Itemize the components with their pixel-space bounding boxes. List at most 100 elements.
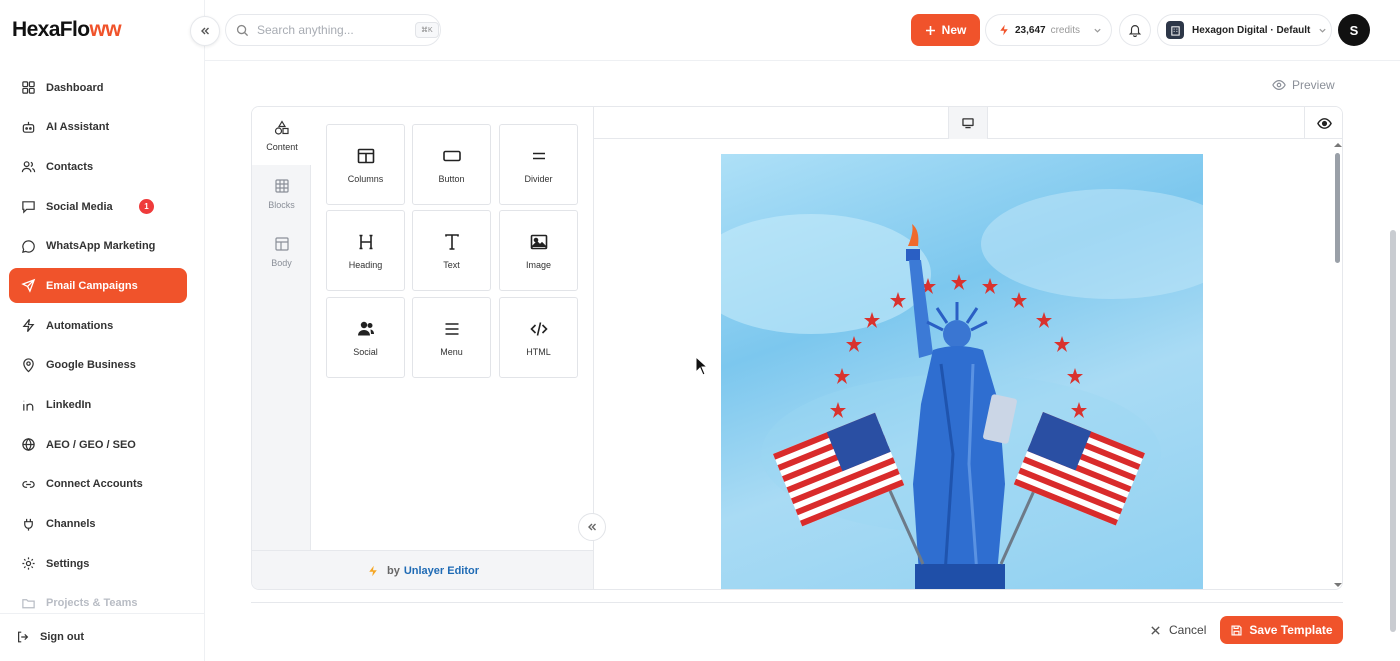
tab-content[interactable]: Content (252, 107, 312, 165)
save-label: Save Template (1249, 623, 1333, 637)
sidebar-item-label: AEO / GEO / SEO (46, 438, 136, 451)
search-icon (236, 24, 249, 36)
bolt-icon (369, 565, 377, 577)
tool-label: Button (438, 173, 465, 184)
credits-dropdown[interactable]: 23,647 credits (985, 14, 1112, 46)
tool-label: Columns (347, 173, 384, 184)
notification-badge: 1 (139, 199, 154, 215)
notifications-button[interactable] (1119, 14, 1151, 46)
desktop-view-button[interactable] (948, 107, 988, 139)
new-button-label: New (941, 23, 967, 37)
tool-label: Heading (348, 259, 383, 270)
monitor-icon (962, 118, 974, 129)
workspace-selector[interactable]: Hexagon Digital · Default (1157, 14, 1332, 46)
building-icon (1166, 21, 1184, 39)
sidebar-collapse-button[interactable] (190, 16, 220, 46)
sidebar-item-automations[interactable]: Automations (9, 308, 187, 343)
tool-menu[interactable]: Menu (412, 297, 491, 378)
button-icon (442, 150, 461, 161)
app-logo[interactable]: HexaFloww (12, 18, 122, 42)
tool-image[interactable]: Image (499, 210, 578, 291)
globe-icon (22, 438, 35, 452)
sidebar-item-label: AI Assistant (46, 121, 110, 134)
cancel-button[interactable]: Cancel (1150, 616, 1206, 644)
signout-button[interactable]: Sign out (16, 630, 84, 644)
chevron-down-icon (1319, 28, 1326, 33)
sidebar-item-aeo-geo-seo[interactable]: AEO / GEO / SEO (9, 427, 187, 462)
save-icon (1231, 624, 1242, 636)
text-icon (444, 233, 459, 250)
preview-button[interactable]: Preview (1272, 78, 1335, 92)
search-input[interactable] (257, 23, 407, 37)
sidebar-item-label: Automations (46, 319, 114, 332)
sidebar-item-google-business[interactable]: Google Business (9, 348, 187, 383)
sidebar-item-contacts[interactable]: Contacts (9, 149, 187, 184)
canvas-toolbar (594, 107, 1342, 139)
sidebar-item-label: LinkedIn (46, 399, 92, 411)
preview-toggle-button[interactable] (1304, 107, 1342, 139)
tool-heading[interactable]: Heading (326, 210, 405, 291)
tool-social[interactable]: Social (326, 297, 405, 378)
linkedin-icon (23, 400, 34, 411)
powered-by: by Unlayer Editor (252, 550, 594, 589)
save-template-button[interactable]: Save Template (1220, 616, 1343, 644)
sidebar-item-dashboard[interactable]: Dashboard (9, 70, 187, 105)
chevron-down-icon (1094, 28, 1101, 33)
canvas-scrollbar[interactable] (1332, 141, 1342, 589)
tool-label: Social (353, 346, 378, 357)
code-icon (529, 321, 548, 336)
sidebar-item-label: Channels (46, 518, 96, 531)
tool-columns[interactable]: Columns (326, 124, 405, 205)
search-shortcut: ⌘K (415, 22, 439, 38)
search-box[interactable]: ⌘K (225, 14, 441, 46)
robot-icon (22, 121, 35, 133)
page-scrollbar[interactable] (1390, 230, 1396, 632)
user-avatar[interactable]: S (1338, 14, 1370, 46)
sidebar-item-ai-assistant[interactable]: AI Assistant (9, 110, 187, 145)
image-icon (530, 234, 547, 249)
tab-blocks[interactable]: Blocks (252, 165, 311, 223)
signout-label: Sign out (40, 631, 84, 643)
credits-label: credits (1050, 24, 1081, 36)
link-icon (22, 480, 35, 488)
sidebar-item-email-campaigns[interactable]: Email Campaigns (9, 268, 187, 304)
sidebar-item-channels[interactable]: Channels (9, 507, 187, 542)
sidebar-item-label: Dashboard (46, 81, 104, 94)
sidebar-item-connect-accounts[interactable]: Connect Accounts (9, 467, 187, 502)
scrollbar-thumb[interactable] (1335, 153, 1340, 263)
chevrons-left-icon (588, 523, 596, 531)
sidebar-item-label: WhatsApp Marketing (46, 240, 156, 253)
tab-body[interactable]: Body (252, 223, 311, 281)
chat-icon (22, 201, 35, 214)
email-hero-image[interactable] (721, 154, 1203, 589)
users-icon (21, 161, 36, 173)
divider-icon (532, 152, 545, 159)
blocks-icon (274, 179, 289, 193)
mouse-cursor-icon (695, 356, 709, 376)
tool-text[interactable]: Text (412, 210, 491, 291)
sidebar-item-label: Contacts (46, 160, 94, 173)
sidebar-item-settings[interactable]: Settings (9, 546, 187, 581)
tool-html[interactable]: HTML (499, 297, 578, 378)
sidebar-item-linkedin[interactable]: LinkedIn (9, 388, 187, 423)
close-icon (1151, 625, 1160, 635)
whatsapp-icon (22, 240, 35, 253)
send-icon (21, 279, 36, 294)
sidebar-item-whatsapp-marketing[interactable]: WhatsApp Marketing (9, 229, 187, 264)
sidebar-nav: Dashboard AI Assistant Contacts Social M… (9, 70, 187, 626)
grid-icon (22, 81, 35, 94)
new-button[interactable]: New (911, 14, 980, 46)
gear-icon (22, 557, 35, 570)
sidebar-item-label: Email Campaigns (46, 279, 138, 292)
panel-collapse-button[interactable] (578, 513, 606, 541)
sidebar-item-social-media[interactable]: Social Media 1 (9, 189, 187, 224)
tool-button[interactable]: Button (412, 124, 491, 205)
email-editor: Content Blocks Body Columns Button Divid… (251, 106, 1343, 590)
unlayer-link[interactable]: Unlayer Editor (404, 565, 479, 577)
sidebar-item-label: Google Business (46, 359, 136, 372)
statue-of-liberty-illustration (721, 189, 1203, 589)
footer-divider (251, 602, 1343, 603)
folder-icon (22, 599, 35, 609)
layout-icon (274, 237, 289, 251)
tool-divider[interactable]: Divider (499, 124, 578, 205)
